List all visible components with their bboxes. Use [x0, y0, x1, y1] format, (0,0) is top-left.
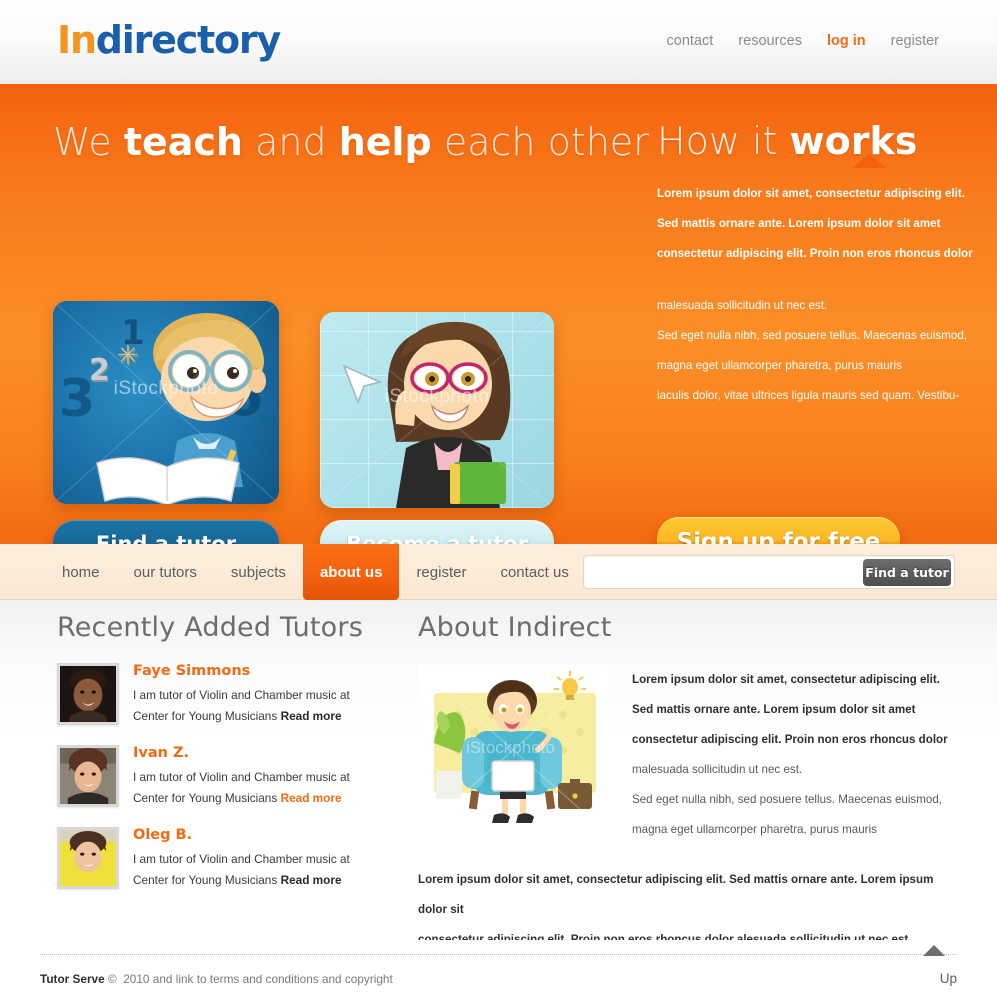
nav-item-our-tutors[interactable]: our tutors [117, 544, 214, 600]
image-watermark-teacher: iStockphoto [384, 386, 490, 408]
scroll-up-arrow-icon[interactable] [923, 945, 945, 956]
page-footer: Tutor Serve © 2010 and link to terms and… [0, 940, 997, 1000]
hero-image-teacher[interactable]: iStockphoto [320, 312, 554, 508]
nav-item-register[interactable]: register [399, 544, 483, 600]
hero-heading-left: We teach and help each other [53, 120, 649, 164]
hero-heading-word-we: We [53, 120, 112, 164]
woman-on-armchair-illustration: iStockphoto [427, 671, 599, 826]
about-line-1: Lorem ipsum dolor sit amet, consectetur … [632, 673, 940, 686]
recently-added-tutors-column: Recently Added Tutors Faye Simmons I am … [57, 612, 377, 909]
avatar[interactable] [57, 827, 119, 889]
topnav-item-contact[interactable]: contact [667, 33, 714, 49]
hero-line-6: magna eget ullamcorper pharetra, purus m… [657, 359, 902, 372]
about-wide-line-1: Lorem ipsum dolor sit amet, consectetur … [418, 873, 934, 916]
search-submit-button[interactable]: Find a tutor [863, 559, 951, 586]
about-line-5: Sed eget nulla nibh, sed posuere tellus.… [632, 793, 943, 806]
list-item[interactable]: Oleg B. I am tutor of Violin and Chamber… [57, 827, 377, 891]
watermark-cross-lines-teacher [320, 312, 554, 508]
hero-line-5: Sed eget nulla nibh, sed posuere tellus.… [657, 329, 968, 342]
tutor-info: Oleg B. I am tutor of Violin and Chamber… [133, 827, 377, 891]
hero-line-7: iaculis dolor, vitae ultrices ligula mau… [657, 389, 960, 402]
tutor-name[interactable]: Ivan Z. [133, 745, 377, 761]
about-section-title: About Indirect [418, 612, 612, 643]
footer-divider [40, 954, 957, 955]
hero-heading-word-teach: teach [123, 120, 243, 164]
about-column: About Indirect Lorem ipsum dolor sit ame… [418, 612, 958, 985]
hero-banner: We teach and help each other How it work… [0, 84, 997, 544]
page-root: Indirectory contact resources log in reg… [0, 0, 997, 1000]
nav-item-home[interactable]: home [45, 544, 117, 600]
about-line-4: malesuada sollicitudin ut nec est. [632, 763, 803, 776]
recently-added-tutors-title: Recently Added Tutors [57, 612, 363, 643]
avatar[interactable] [57, 745, 119, 807]
topnav-item-register[interactable]: register [891, 33, 939, 49]
hero-image-student[interactable]: 3 2 1 6 ✳ [53, 301, 279, 504]
top-navigation: contact resources log in register [667, 33, 939, 49]
top-bar: Indirectory contact resources log in reg… [0, 0, 997, 84]
tutor-name[interactable]: Faye Simmons [133, 663, 377, 679]
search-box[interactable]: Find a tutor [583, 555, 955, 589]
about-illustration[interactable]: iStockphoto [418, 665, 608, 835]
scroll-up-link[interactable]: Up [940, 971, 957, 986]
tutor-photo-ivan-z [60, 748, 116, 804]
hero-paragraph-spacer [657, 269, 977, 291]
about-paragraph-beside-image: Lorem ipsum dolor sit amet, consectetur … [632, 665, 958, 845]
list-item[interactable]: Ivan Z. I am tutor of Violin and Chamber… [57, 745, 377, 809]
search-input[interactable] [592, 556, 862, 588]
hero-line-2: Sed mattis ornare ante. Lorem ipsum dolo… [657, 217, 941, 230]
hero-heading-word-and: and [255, 120, 327, 164]
hero-heading-word-help: help [338, 120, 432, 164]
about-body: iStockphoto Lorem ipsum dolor sit amet, … [418, 665, 958, 855]
tutor-read-more-link[interactable]: Read more [281, 791, 342, 805]
tutor-read-more-link[interactable]: Read more [281, 873, 342, 887]
tutor-photo-faye-simmons [60, 666, 116, 722]
about-line-2: Sed mattis ornare ante. Lorem ipsum dolo… [632, 703, 916, 716]
hero-line-1: Lorem ipsum dolor sit amet, consectetur … [657, 187, 965, 200]
image-watermark: iStockphoto [113, 378, 219, 400]
tutor-info: Faye Simmons I am tutor of Violin and Ch… [133, 663, 377, 727]
tutor-name[interactable]: Oleg B. [133, 827, 377, 843]
footer-copyright: Tutor Serve © 2010 and link to terms and… [40, 972, 393, 986]
site-logo[interactable]: Indirectory [57, 18, 281, 62]
list-item[interactable]: Faye Simmons I am tutor of Violin and Ch… [57, 663, 377, 727]
footer-brand: Tutor Serve [40, 972, 105, 986]
about-line-3: consectetur adipiscing elit. Proin non e… [632, 733, 948, 746]
tutor-description: I am tutor of Violin and Chamber music a… [133, 849, 377, 891]
watermark-cross-lines [53, 301, 279, 504]
hero-line-3: consectetur adipiscing elit. Proin non e… [657, 247, 973, 260]
become-a-tutor-button[interactable]: Become a tutor [320, 520, 554, 544]
nav-item-contact-us[interactable]: contact us [483, 544, 585, 600]
hero-heading-word-eachother: each other [443, 120, 649, 164]
avatar[interactable] [57, 663, 119, 725]
logo-text-directory: directory [95, 18, 281, 62]
tutor-info: Ivan Z. I am tutor of Violin and Chamber… [133, 745, 377, 809]
tutor-description: I am tutor of Violin and Chamber music a… [133, 685, 377, 727]
main-navigation-items: home our tutors subjects about us regist… [45, 544, 586, 600]
nav-item-subjects[interactable]: subjects [214, 544, 303, 600]
topnav-item-login[interactable]: log in [827, 33, 866, 49]
tutor-photo-oleg-b [60, 830, 116, 886]
find-a-tutor-button[interactable]: Find a tutor [53, 520, 279, 544]
sign-up-for-free-button[interactable]: Sign up for free [657, 517, 900, 544]
tutor-list: Faye Simmons I am tutor of Violin and Ch… [57, 663, 377, 891]
main-content: Recently Added Tutors Faye Simmons I am … [0, 600, 997, 985]
hero-line-4: malesuada sollicitudin ut nec est. [657, 299, 828, 312]
copyright-icon: © [107, 972, 117, 986]
topnav-item-resources[interactable]: resources [738, 33, 802, 49]
tutor-read-more-link[interactable]: Read more [281, 709, 342, 723]
nav-item-about-us[interactable]: about us [302, 544, 400, 600]
footer-copyright-text: 2010 and link to terms and conditions an… [123, 972, 393, 986]
hero-paragraph: Lorem ipsum dolor sit amet, consectetur … [657, 179, 977, 411]
active-tab-pointer-icon [851, 154, 887, 168]
hero-heading-howit: How it [657, 119, 778, 163]
about-line-6: magna eget ullamcorper pharetra, purus m… [632, 823, 877, 836]
tutor-description: I am tutor of Violin and Chamber music a… [133, 767, 377, 809]
logo-text-in: In [57, 18, 97, 62]
